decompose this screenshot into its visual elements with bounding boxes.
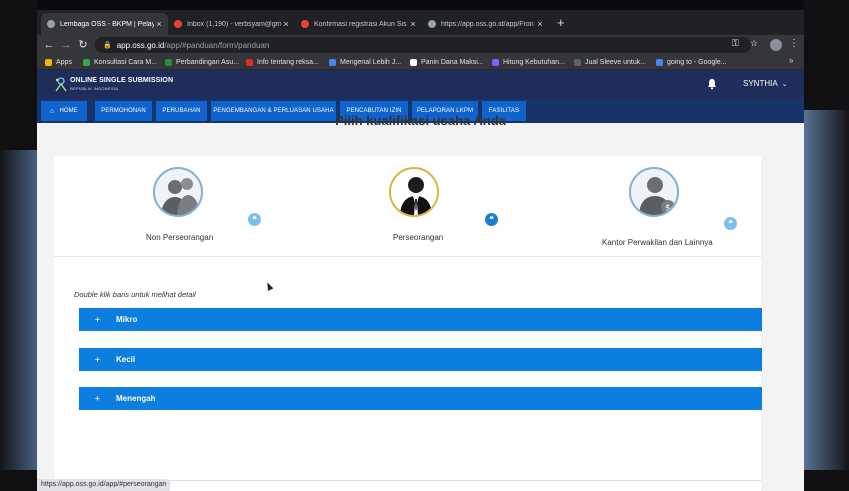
bookmark-going-to[interactable]: going to - Google... bbox=[656, 56, 727, 68]
quote-icon[interactable]: ❝ bbox=[724, 217, 737, 230]
hint-text: Double klik baris untuk melihat detail bbox=[74, 290, 196, 299]
tab-app-front[interactable]: https://app.oss.go.id/app/Fron × bbox=[422, 13, 549, 35]
bookmark-label: Hitung Kebutuhan... bbox=[503, 58, 565, 66]
close-icon[interactable]: × bbox=[281, 19, 291, 29]
left-backdrop bbox=[0, 0, 37, 491]
close-icon[interactable]: × bbox=[535, 19, 545, 29]
divider bbox=[54, 256, 761, 257]
globe-icon bbox=[428, 20, 436, 28]
star-icon[interactable]: ☆ bbox=[750, 38, 758, 49]
accordion-kecil[interactable]: + Kecil bbox=[79, 348, 762, 371]
accordion-label: Menengah bbox=[116, 394, 156, 403]
svg-text:$: $ bbox=[665, 204, 671, 214]
profile-avatar-icon[interactable] bbox=[770, 39, 782, 51]
accordion-mikro[interactable]: + Mikro bbox=[79, 308, 762, 331]
bookmark-label: Jual Sleeve untuk... bbox=[585, 58, 647, 66]
bookmark-icon bbox=[165, 58, 172, 66]
expand-icon: + bbox=[95, 394, 100, 403]
bookmark-jual-sleeve[interactable]: Jual Sleeve untuk... bbox=[574, 56, 646, 68]
bookmark-perbandingan[interactable]: Perbandingan Asu... bbox=[165, 56, 239, 68]
kantor-perwakilan-icon[interactable]: $ bbox=[629, 167, 679, 217]
close-icon[interactable]: × bbox=[408, 19, 418, 29]
bookmark-icon bbox=[246, 58, 253, 66]
tab-title: Inbox (1,190) - verbsyam@gm bbox=[187, 20, 281, 28]
gmail-icon bbox=[301, 20, 309, 28]
tab-title: https://app.oss.go.id/app/Fron bbox=[441, 20, 534, 28]
site-header: ONLINE SINGLE SUBMISSION REPUBLIK INDONE… bbox=[37, 70, 804, 99]
url-path: /app/#panduan/form/panduan bbox=[164, 40, 270, 50]
accordion-menengah[interactable]: + Menengah bbox=[79, 387, 762, 410]
expand-icon: + bbox=[95, 315, 100, 324]
bookmark-icon bbox=[410, 58, 417, 66]
menu-icon[interactable]: ⋮ bbox=[789, 38, 799, 49]
option-label-kantor-perwakilan[interactable]: Kantor Perwakilan dan Lainnya bbox=[602, 238, 713, 247]
oss-logo-icon[interactable] bbox=[54, 76, 68, 92]
new-tab-button[interactable]: + bbox=[557, 15, 565, 30]
logo-subtitle: REPUBLIK INDONESIA bbox=[70, 86, 119, 91]
page-title: Pilih kualifikasi usaha Anda bbox=[335, 113, 506, 128]
browser-window: Lembaga OSS - BKPM | Pelay × Inbox (1,19… bbox=[37, 10, 804, 491]
url-domain: app.oss.go.id bbox=[116, 40, 165, 50]
reload-icon[interactable]: ↻ bbox=[76, 37, 90, 53]
bookmark-label: Konsultasi Cara M... bbox=[94, 58, 158, 66]
tab-inbox[interactable]: Inbox (1,190) - verbsyam@gm × bbox=[168, 13, 295, 35]
forward-icon[interactable]: → bbox=[59, 37, 73, 53]
bookmark-label: Mengenal Lebih J... bbox=[340, 58, 402, 66]
bookmark-icon bbox=[329, 58, 336, 66]
apps-grid-icon bbox=[45, 58, 52, 66]
main-content: Pilih kualifikasi usaha Anda ❝ Non Perse… bbox=[37, 113, 804, 491]
tab-lembaga-oss[interactable]: Lembaga OSS - BKPM | Pelay × bbox=[41, 13, 168, 35]
user-menu[interactable]: SYNTHIA ⌄ bbox=[743, 79, 788, 88]
option-label-non-perseorangan[interactable]: Non Perseorangan bbox=[146, 233, 213, 242]
quote-icon[interactable]: ❝ bbox=[248, 213, 261, 226]
back-icon[interactable]: ← bbox=[42, 37, 56, 53]
lock-icon: 🔒 bbox=[103, 42, 112, 49]
accordion-label: Mikro bbox=[116, 315, 138, 324]
expand-icon: + bbox=[95, 355, 100, 364]
bookmark-info-reksa[interactable]: Info tentang reksa... bbox=[246, 56, 319, 68]
perseorangan-icon[interactable] bbox=[389, 167, 439, 217]
bookmark-label: going to - Google... bbox=[667, 58, 727, 66]
non-perseorangan-icon[interactable] bbox=[153, 167, 203, 217]
key-icon[interactable]: ⚿ bbox=[732, 38, 739, 49]
shield-icon bbox=[492, 58, 499, 66]
bookmark-label: Panin Dana Maksi... bbox=[421, 58, 484, 66]
google-icon bbox=[656, 58, 663, 66]
quote-icon[interactable]: ❝ bbox=[485, 213, 498, 226]
right-backdrop bbox=[804, 0, 849, 491]
tab-title: Lembaga OSS - BKPM | Pelay bbox=[60, 20, 154, 28]
bell-icon[interactable] bbox=[706, 78, 718, 90]
bookmark-hitung[interactable]: Hitung Kebutuhan... bbox=[492, 56, 565, 68]
more-bookmarks-button[interactable]: » bbox=[789, 56, 793, 65]
bookmark-label: Info tentang reksa... bbox=[257, 58, 319, 66]
browser-toolbar: ← → ↻ 🔒 app.oss.go.id /app/#panduan/form… bbox=[37, 35, 804, 55]
tab-title: Konfirmasi registrasi Akun Sis bbox=[314, 20, 407, 28]
gmail-icon bbox=[174, 20, 182, 28]
bookmark-label: Perbandingan Asu... bbox=[176, 58, 240, 66]
tab-konfirmasi[interactable]: Konfirmasi registrasi Akun Sis × bbox=[295, 13, 422, 35]
bookmark-icon bbox=[83, 58, 90, 66]
user-name: SYNTHIA bbox=[743, 79, 778, 88]
bookmark-apps[interactable]: Apps bbox=[45, 56, 72, 68]
accordion-label: Kecil bbox=[116, 355, 136, 364]
bookmark-icon bbox=[574, 58, 581, 66]
option-label-perseorangan[interactable]: Perseorangan bbox=[393, 233, 443, 242]
link-status-bar: https://app.oss.go.id/app/#perseorangan bbox=[37, 479, 171, 491]
bookmarks-bar: Apps Konsultasi Cara M... Perbandingan A… bbox=[37, 55, 804, 70]
chevron-down-icon: ⌄ bbox=[781, 81, 788, 88]
bookmark-konsultasi[interactable]: Konsultasi Cara M... bbox=[83, 56, 157, 68]
globe-icon bbox=[47, 20, 55, 28]
bookmark-label: Apps bbox=[56, 58, 72, 66]
address-bar[interactable]: 🔒 app.oss.go.id /app/#panduan/form/pandu… bbox=[95, 37, 751, 53]
bookmark-mengenal[interactable]: Mengenal Lebih J... bbox=[329, 56, 401, 68]
logo-title[interactable]: ONLINE SINGLE SUBMISSION bbox=[70, 77, 173, 84]
close-icon[interactable]: × bbox=[154, 19, 164, 29]
bookmark-panin[interactable]: Panin Dana Maksi... bbox=[410, 56, 484, 68]
tab-strip: Lembaga OSS - BKPM | Pelay × Inbox (1,19… bbox=[37, 10, 804, 35]
